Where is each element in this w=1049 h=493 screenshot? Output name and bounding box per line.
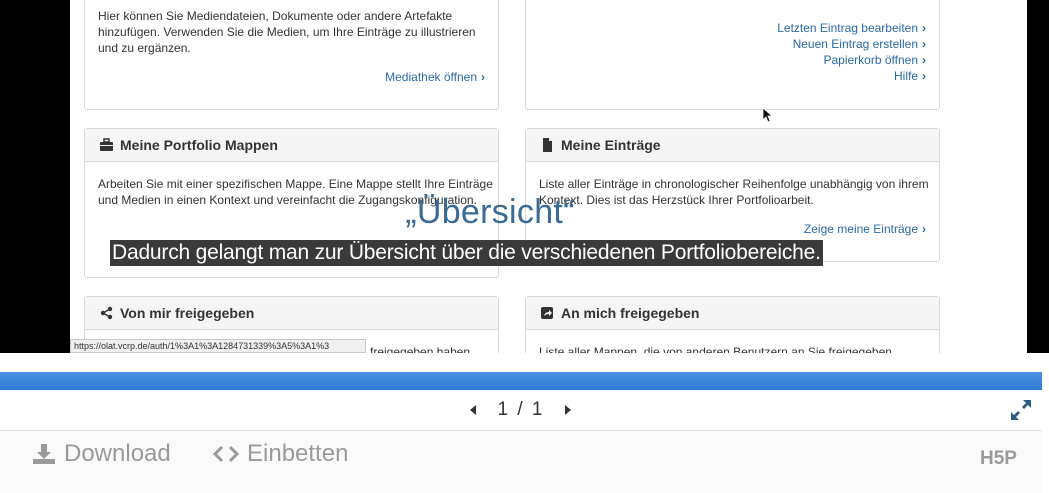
shared-with-me-panel: An mich freigegeben Liste aller Mappen, …	[525, 296, 940, 353]
overlay-title: „Übersicht“	[405, 193, 575, 231]
shared-with-me-header: An mich freigegeben	[526, 297, 939, 330]
chevron-right-icon: ›	[922, 37, 926, 51]
quick-link-new-entry[interactable]: Neuen Eintrag erstellen ›	[793, 36, 926, 52]
share-icon	[100, 306, 113, 320]
player-footer: Download Einbetten H5P	[0, 431, 1042, 493]
media-panel-text: Hier können Sie Mediendateien, Dokumente…	[98, 9, 476, 55]
caret-left-icon[interactable]	[467, 403, 479, 417]
expand-icon[interactable]	[1009, 398, 1033, 422]
briefcase-icon	[100, 138, 113, 151]
caret-right-icon[interactable]	[562, 403, 574, 417]
page-counter: 1 / 1	[497, 399, 545, 420]
show-my-entries-label: Zeige meine Einträge	[803, 222, 918, 236]
chevron-right-icon: ›	[481, 70, 485, 84]
download-label: Download	[64, 440, 171, 467]
download-icon	[33, 444, 55, 464]
portfolio-binders-title: Meine Portfolio Mappen	[120, 137, 278, 153]
quick-link-edit-last[interactable]: Letzten Eintrag bearbeiten ›	[777, 20, 926, 36]
shared-by-me-header: Von mir freigegeben	[85, 297, 498, 330]
shared-by-me-title: Von mir freigegeben	[120, 305, 255, 321]
code-icon	[213, 445, 239, 463]
my-entries-header: Meine Einträge	[526, 129, 939, 162]
chevron-right-icon: ›	[922, 69, 926, 83]
quick-link-help[interactable]: Hilfe ›	[894, 68, 926, 84]
portfolio-binders-header: Meine Portfolio Mappen	[85, 129, 498, 162]
slide-image: Hier können Sie Mediendateien, Dokumente…	[0, 0, 1049, 353]
status-bar-url: https://olat.vcrp.de/auth/1%3A1%3A128473…	[70, 339, 366, 353]
my-entries-title: Meine Einträge	[561, 137, 661, 153]
h5p-player: Hier können Sie Mediendateien, Dokumente…	[0, 0, 1049, 493]
media-library-link-label: Mediathek öffnen	[385, 70, 477, 84]
shared-with-me-title: An mich freigegeben	[561, 305, 700, 321]
embed-label: Einbetten	[247, 440, 349, 467]
show-my-entries-link[interactable]: Zeige meine Einträge ›	[804, 221, 926, 237]
share-square-icon	[541, 307, 553, 319]
download-button[interactable]: Download	[32, 440, 171, 467]
svg-text:H5P: H5P	[980, 448, 1017, 468]
slide-navigation: 1 / 1	[0, 390, 1042, 431]
file-icon	[543, 138, 552, 152]
media-library-link[interactable]: Mediathek öffnen ›	[385, 69, 485, 85]
slide-page: Hier können Sie Mediendateien, Dokumente…	[70, 0, 1027, 353]
cursor-icon	[762, 107, 772, 123]
embed-button[interactable]: Einbetten	[213, 440, 349, 467]
quick-link-trash[interactable]: Papierkorb öffnen ›	[823, 52, 926, 68]
shared-by-me-text: freigegeben haben	[370, 345, 471, 353]
chevron-right-icon: ›	[922, 222, 926, 236]
media-panel: Hier können Sie Mediendateien, Dokumente…	[84, 0, 499, 110]
chevron-right-icon: ›	[922, 53, 926, 67]
quick-links-panel: Letzten Eintrag bearbeiten › Neuen Eintra…	[525, 0, 940, 110]
chevron-right-icon: ›	[922, 21, 926, 35]
shared-with-me-text: Liste aller Mappen, die von anderen Benu…	[539, 345, 892, 353]
progress-bar[interactable]	[0, 372, 1042, 390]
overlay-subtitle: Dadurch gelangt man zur Übersicht über d…	[110, 240, 823, 266]
h5p-logo[interactable]: H5P	[980, 446, 1020, 468]
